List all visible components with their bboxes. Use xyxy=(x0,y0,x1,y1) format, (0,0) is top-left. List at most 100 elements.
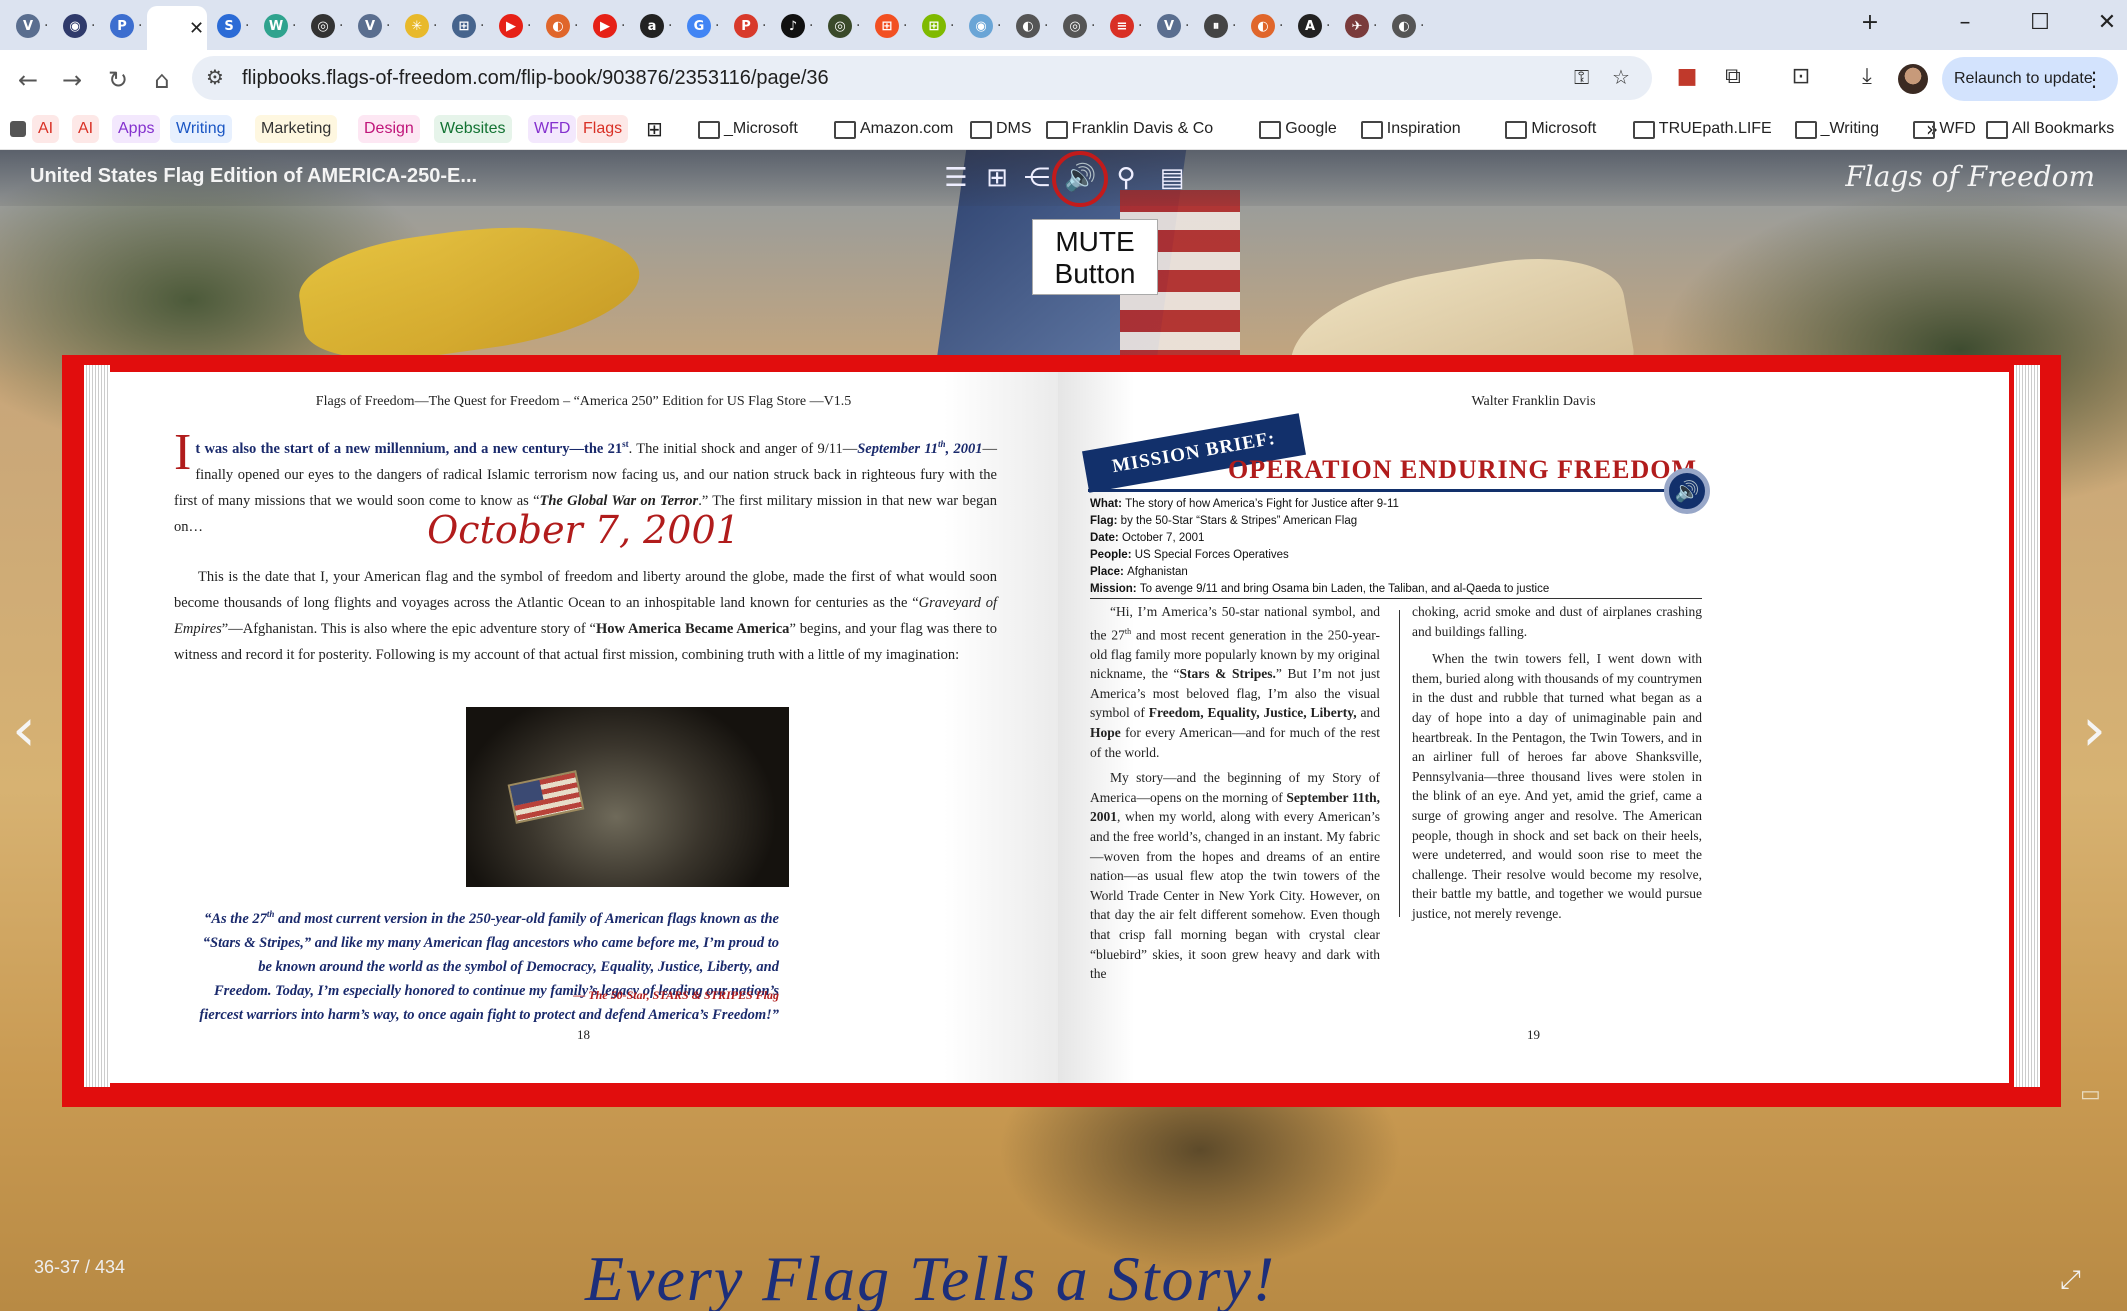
forward-button[interactable]: → xyxy=(54,62,90,98)
next-page-arrow-icon[interactable]: › xyxy=(2082,695,2106,765)
intro-gwot: The Global War on Terror xyxy=(539,492,699,509)
new-tab-button[interactable]: + xyxy=(1850,10,1890,35)
relaunch-button[interactable]: Relaunch to update ⋮ xyxy=(1942,57,2118,101)
bookmark-chip[interactable]: Writing xyxy=(170,115,232,143)
extensions-puzzle-icon[interactable]: ⧉ xyxy=(1718,64,1748,89)
fact-value: To avenge 9/11 and bring Osama bin Laden… xyxy=(1139,583,1550,595)
bookmark-folder[interactable]: _Writing xyxy=(1789,115,1885,143)
tab-favicon-icon: G xyxy=(687,14,711,38)
password-key-icon[interactable]: ⚿ xyxy=(1574,65,1589,89)
flag-patch xyxy=(507,770,585,824)
soldier-flag-patch-photo xyxy=(466,707,789,887)
col1-stars: Stars & Stripes. xyxy=(1179,666,1276,682)
address-bar[interactable]: ⚙ flipbooks.flags-of-freedom.com/flip-bo… xyxy=(192,56,1652,100)
share-icon[interactable]: ⋲ xyxy=(1021,162,1053,194)
bookmark-star-icon[interactable]: ☆ xyxy=(1612,65,1630,89)
tab-title-stub: · xyxy=(950,18,955,34)
tab-favicon-icon: W xyxy=(264,14,288,38)
tab-title-stub: · xyxy=(668,18,673,34)
mission-fact-row: What: The story of how America’s Fight f… xyxy=(1090,496,1702,513)
url-text[interactable]: flipbooks.flags-of-freedom.com/flip-book… xyxy=(242,67,829,90)
minimize-button[interactable]: – xyxy=(1945,10,1985,35)
col1-paragraph-2: My story—and the beginning of my Story o… xyxy=(1090,768,1380,984)
site-info-icon[interactable]: ⚙ xyxy=(206,65,224,89)
tab-favicon-icon xyxy=(157,16,181,40)
maximize-button[interactable]: ☐ xyxy=(2020,10,2060,35)
bookmark-chip[interactable]: WFD xyxy=(528,115,577,143)
bookmark-folder[interactable]: DMS xyxy=(964,115,1038,143)
close-tab-icon[interactable]: ✕ xyxy=(189,18,204,39)
callout-line-2: Button xyxy=(1054,258,1136,289)
bookmark-chip[interactable]: Design xyxy=(358,115,420,143)
bookmark-folder[interactable]: Google xyxy=(1253,115,1343,143)
browser-tab[interactable]: ◐ · xyxy=(1382,10,1440,42)
prev-page-arrow-icon[interactable]: ‹ xyxy=(12,695,36,765)
tab-title-stub: · xyxy=(574,18,579,34)
left-page-edges xyxy=(84,365,110,1087)
bookmark-chip[interactable]: Apps xyxy=(112,115,161,143)
bookmark-folder[interactable]: Franklin Davis & Co xyxy=(1040,115,1219,143)
bookmark-chip[interactable]: Flags xyxy=(577,115,629,143)
fact-label: What: xyxy=(1090,498,1126,510)
bookmark-chip[interactable]: Websites xyxy=(434,115,512,143)
close-window-button[interactable]: ✕ xyxy=(2087,10,2127,35)
home-button[interactable]: ⌂ xyxy=(144,62,180,98)
tab-favicon-icon: ⊞ xyxy=(875,14,899,38)
left-page[interactable]: Flags of Freedom—The Quest for Freedom –… xyxy=(109,372,1058,1083)
col2-paragraph-1: choking, acrid smoke and dust of airplan… xyxy=(1412,604,1702,639)
right-page-number: 19 xyxy=(1527,1027,1540,1042)
tab-title-stub: · xyxy=(245,18,250,34)
mission-fact-row: Mission: To avenge 9/11 and bring Osama … xyxy=(1090,581,1702,598)
search-icon[interactable]: ⚲ xyxy=(1110,162,1142,194)
right-page-edges xyxy=(2014,365,2040,1087)
reload-button[interactable]: ↻ xyxy=(100,62,136,98)
bookmark-folder[interactable]: WFD xyxy=(1907,115,1981,143)
right-page[interactable]: Walter Franklin Davis MISSION BRIEF: OPE… xyxy=(1058,372,2009,1083)
tab-favicon-icon: ▶ xyxy=(593,14,617,38)
p2-a: This is the date that I, your American f… xyxy=(174,569,997,611)
fact-value: Afghanistan xyxy=(1127,566,1188,578)
right-running-head: Walter Franklin Davis xyxy=(1471,394,1596,409)
quote-a: “As the 27 xyxy=(204,910,267,927)
tab-favicon-icon: ✈ xyxy=(1345,14,1369,38)
notes-icon[interactable]: ▤ xyxy=(1156,162,1188,194)
mute-highlight-circle xyxy=(1052,151,1108,207)
col1-p2-b: , when my world, along with every Americ… xyxy=(1090,809,1380,982)
col2-paragraph-2: When the twin towers fell, I went down w… xyxy=(1412,651,1702,921)
browser-tab[interactable]: ✕ xyxy=(147,6,207,50)
bookmark-folder[interactable]: _Microsoft xyxy=(692,115,804,143)
tab-search-icon[interactable]: ⊡ xyxy=(1786,64,1816,89)
tab-favicon-icon: V xyxy=(16,14,40,38)
tab-title-stub: · xyxy=(762,18,767,34)
flags-of-freedom-logo: Flags of Freedom xyxy=(1845,160,2095,193)
tab-favicon-icon: S xyxy=(217,14,241,38)
fullscreen-icon[interactable]: ⤢ xyxy=(2060,1265,2081,1296)
tab-favicon-icon: ≡ xyxy=(1110,14,1134,38)
bookmark-chip[interactable]: Marketing xyxy=(255,115,338,143)
comment-icon[interactable]: ▭ xyxy=(2080,1082,2101,1107)
operation-rule xyxy=(1088,489,1678,492)
tab-title-stub: · xyxy=(292,18,297,34)
table-of-contents-icon[interactable]: ☰ xyxy=(940,162,972,194)
bookmark-folder[interactable]: Inspiration xyxy=(1355,115,1467,143)
bookmark-folder[interactable]: TRUEpath.LIFE xyxy=(1627,115,1778,143)
bookmark-chip[interactable]: AI xyxy=(72,115,100,143)
thumbnails-icon[interactable]: ⊞ xyxy=(981,162,1013,194)
bookmark-chip[interactable]: AI xyxy=(32,115,60,143)
menu-dots-icon[interactable]: ⋮ xyxy=(2084,57,2104,101)
tab-title-stub: · xyxy=(1138,18,1143,34)
all-bookmarks-folder[interactable]: All Bookmarks xyxy=(1980,115,2120,143)
bookmark-folder[interactable]: Microsoft xyxy=(1499,115,1602,143)
downloads-icon[interactable]: ⤓ xyxy=(1852,64,1882,89)
bookmark-folder[interactable]: Amazon.com xyxy=(828,115,959,143)
profile-avatar[interactable] xyxy=(1898,64,1928,94)
fact-label: Place: xyxy=(1090,566,1128,578)
back-button[interactable]: ← xyxy=(10,62,46,98)
tab-favicon-icon: ◐ xyxy=(1392,14,1416,38)
bookmark-favicon-icon[interactable] xyxy=(6,115,30,143)
col1-paragraph-1: “Hi, I’m America’s 50-star national symb… xyxy=(1090,602,1380,762)
col1-p1-d: for every American—and for much of the r… xyxy=(1090,725,1380,760)
background-yellow-flag xyxy=(293,206,647,374)
extension-icon[interactable]: ■ xyxy=(1672,64,1702,89)
apps-grid-icon[interactable]: ⊞ xyxy=(640,115,669,143)
